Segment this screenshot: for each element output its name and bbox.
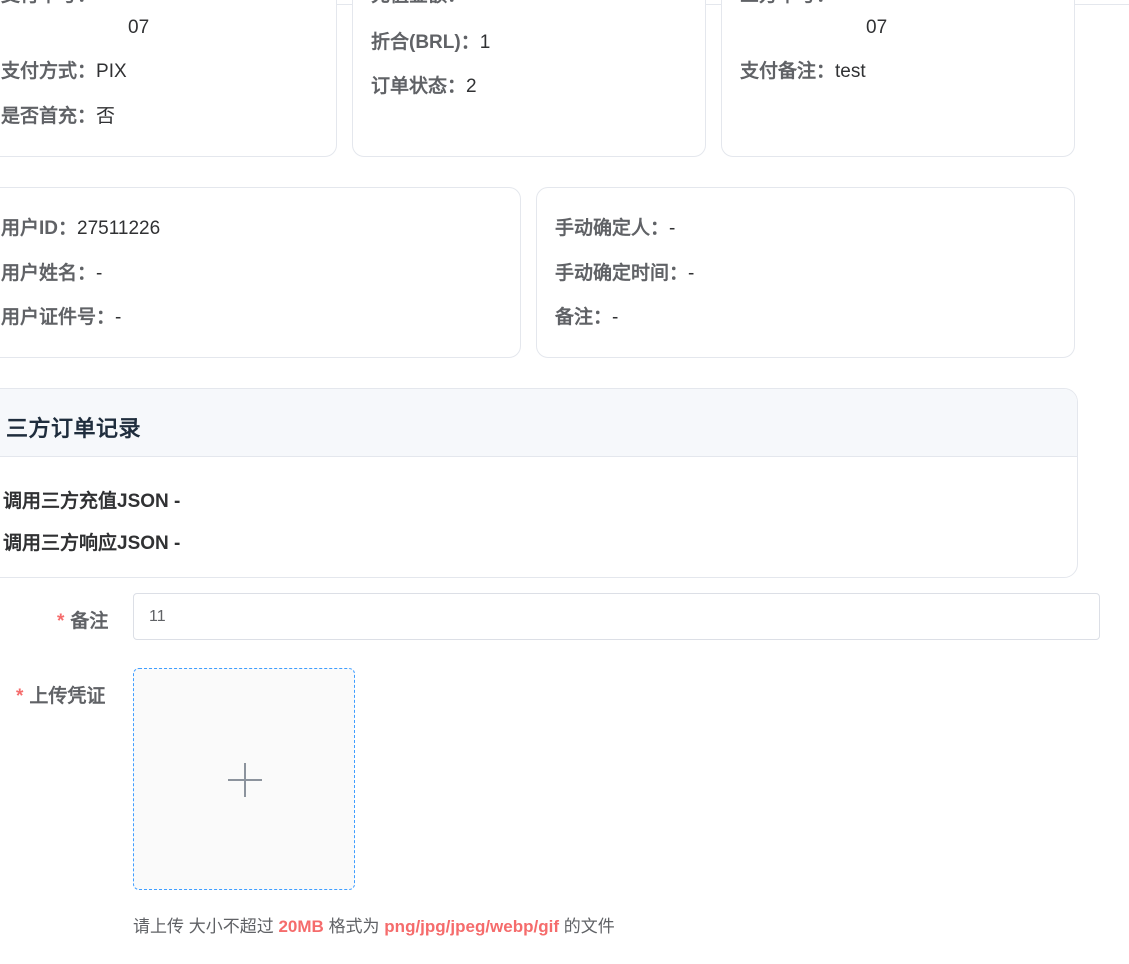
order-info-card-left: 支付单号： 07 支付方式：PIX 是否首充：否 (0, 0, 337, 157)
pay-remark-row: 支付备注：test (740, 61, 866, 82)
user-info-card: 用户ID：27511226 用户姓名：- 用户证件号：- (0, 187, 521, 358)
third-party-record-card: 三方订单记录 调用三方充值JSON - 调用三方响应JSON - (0, 388, 1078, 578)
remark-form-label: * 备注 (57, 611, 109, 632)
plus-icon (228, 763, 262, 797)
required-mark: * (16, 686, 24, 707)
remark-input[interactable] (133, 593, 1100, 640)
order-status-row: 订单状态：2 (371, 76, 477, 97)
response-json-row: 调用三方响应JSON - (3, 533, 181, 554)
required-mark: * (57, 611, 65, 632)
manual-confirm-card: 手动确定人：- 手动确定时间：- 备注：- (536, 187, 1075, 358)
size-limit: 20MB (278, 917, 324, 936)
upload-tip: 请上传 大小不超过 20MB 格式为 png/jpg/jpeg/webp/gif… (133, 917, 615, 936)
user-name-row: 用户姓名：- (1, 263, 103, 284)
order-no-tail: 07 (128, 17, 150, 38)
allowed-formats: png/jpg/jpeg/webp/gif (384, 917, 559, 936)
third-party-card-header: 三方订单记录 (0, 389, 1077, 457)
upload-voucher-button[interactable] (133, 668, 355, 890)
clipped-row-top: 充值金额： (371, 0, 466, 8)
first-recharge-row: 是否首充：否 (1, 106, 116, 127)
user-cert-row: 用户证件号：- (1, 307, 122, 328)
pay-method-row: 支付方式：PIX (1, 61, 127, 82)
order-info-card-middle: 充值金额： 折合(BRL)：1 订单状态：2 (352, 0, 706, 157)
user-id-row: 用户ID：27511226 (1, 218, 161, 239)
request-json-row: 调用三方充值JSON - (3, 491, 181, 512)
third-order-no-tail: 07 (866, 17, 888, 38)
clipped-row-top: 三方单号： (740, 0, 835, 8)
confirm-time-row: 手动确定时间：- (555, 263, 695, 284)
confirm-remark-row: 备注：- (555, 307, 619, 328)
third-party-title: 三方订单记录 (6, 416, 142, 441)
confirmer-row: 手动确定人：- (555, 218, 676, 239)
order-info-card-right: 三方单号： 07 支付备注：test (721, 0, 1075, 157)
upload-form-label: * 上传凭证 (16, 686, 106, 707)
converted-amount-row: 折合(BRL)：1 (371, 32, 491, 53)
clipped-row-top: 支付单号： (1, 0, 96, 8)
